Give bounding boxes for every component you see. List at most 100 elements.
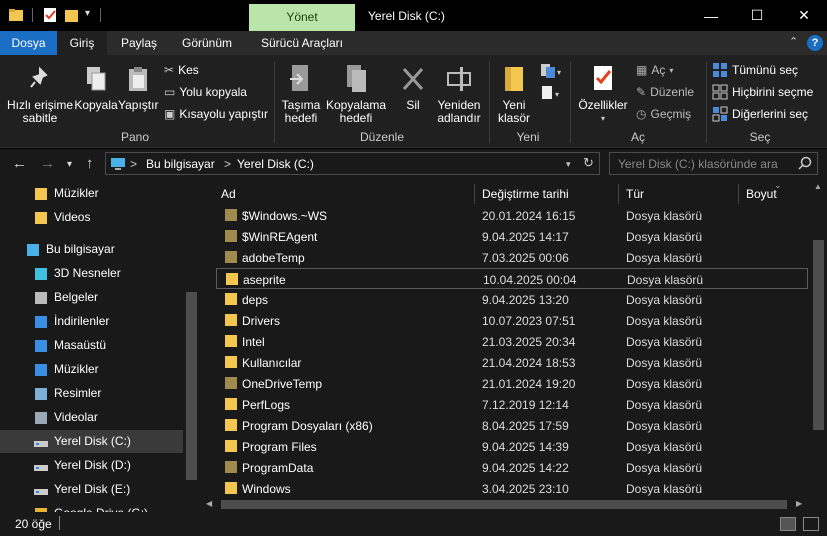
collapse-ribbon-icon[interactable]: ⌃	[789, 35, 798, 48]
nav-item[interactable]: Yerel Disk (E:)	[0, 478, 183, 501]
rename-button[interactable]: Yeniden adlandır	[434, 63, 484, 125]
nav-item[interactable]: Videos	[0, 206, 183, 229]
address-bar[interactable]: > Bu bilgisayar > Yerel Disk (C:) ▾ ↻	[105, 152, 600, 175]
search-icon[interactable]	[798, 156, 812, 173]
file-row[interactable]: Program Files 9.04.2025 14:39 Dosya klasör…	[216, 436, 808, 457]
nav-item[interactable]: 3D Nesneler	[0, 262, 183, 285]
recent-locations-icon[interactable]: ▾	[67, 159, 72, 170]
help-icon[interactable]: ?	[807, 35, 823, 51]
column-separator[interactable]	[618, 184, 619, 204]
nav-item[interactable]: Resimler	[0, 382, 183, 405]
properties-icon[interactable]	[42, 7, 58, 23]
file-row[interactable]: Drivers 10.07.2023 07:51 Dosya klasörü	[216, 310, 808, 331]
file-row[interactable]: PerfLogs 7.12.2019 12:14 Dosya klasörü	[216, 394, 808, 415]
nav-item[interactable]: Masaüstü	[0, 334, 183, 357]
tab-gorunum[interactable]: Görünüm	[172, 31, 242, 55]
file-row[interactable]: adobeTemp 7.03.2025 00:06 Dosya klasörü	[216, 247, 808, 268]
nav-item[interactable]: Müzikler	[0, 182, 183, 205]
select-none-button[interactable]: Hiçbirini seçme	[712, 83, 813, 101]
move-to-button[interactable]: Taşıma hedefi	[278, 63, 324, 125]
scroll-left-icon[interactable]: ◀	[206, 499, 212, 508]
horizontal-scrollbar[interactable]: ◀ ▶	[202, 497, 810, 512]
nav-item[interactable]: Belgeler	[0, 286, 183, 309]
copy-path-button[interactable]: ▭ Yolu kopyala	[164, 83, 247, 101]
column-header-type[interactable]: Tür	[626, 182, 644, 206]
copy-to-button[interactable]: Kopyalama hedefi	[326, 63, 386, 125]
file-row[interactable]: $WinREAgent 9.04.2025 14:17 Dosya klasörü	[216, 226, 808, 247]
new-item-icon[interactable]: ▾	[540, 63, 562, 82]
properties-button[interactable]: Özellikler ▾	[576, 63, 630, 125]
details-view-icon[interactable]	[780, 517, 796, 531]
pc-icon	[25, 242, 41, 258]
cut-button[interactable]: ✂ Kes	[164, 61, 199, 79]
address-dropdown-icon[interactable]: ▾	[566, 159, 571, 170]
tab-dosya[interactable]: Dosya	[0, 31, 57, 55]
back-button[interactable]: ←	[12, 155, 27, 172]
nav-item-label: Yerel Disk (E:)	[54, 482, 131, 496]
large-icons-view-icon[interactable]	[803, 517, 819, 531]
file-row[interactable]: Kullanıcılar 21.04.2024 18:53 Dosya klasör…	[216, 352, 808, 373]
up-button[interactable]: ↑	[86, 155, 94, 172]
file-list-scrollbar[interactable]: ▲	[810, 180, 827, 497]
delete-button[interactable]: Sil	[396, 63, 430, 112]
scrollbar-thumb[interactable]	[813, 240, 824, 430]
pin-quick-access-button[interactable]: Hızlı erişime sabitle	[6, 65, 74, 125]
scroll-up-icon[interactable]: ▲	[814, 182, 822, 191]
tab-yonet[interactable]: Yönet	[249, 4, 355, 31]
column-separator[interactable]	[738, 184, 739, 204]
scroll-right-icon[interactable]: ▶	[796, 499, 802, 508]
breadcrumb-bu-bilgisayar[interactable]: Bu bilgisayar	[146, 157, 215, 171]
paste-shortcut-button[interactable]: ▣ Kısayolu yapıştır	[164, 105, 268, 123]
file-row[interactable]: OneDriveTemp 21.01.2024 19:20 Dosya klasör…	[216, 373, 808, 394]
search-box[interactable]: Yerel Disk (C:) klasöründe ara	[609, 152, 818, 175]
tab-surucu-araclari[interactable]: Sürücü Araçları	[252, 31, 352, 55]
paste-button[interactable]: Yapıştır	[118, 65, 158, 112]
edit-button[interactable]: ✎ Düzenle	[636, 83, 694, 101]
file-row[interactable]: Intel 21.03.2025 20:34 Dosya klasörü	[216, 331, 808, 352]
file-row[interactable]: Program Dosyaları (x86) 8.04.2025 17:59 Do…	[216, 415, 808, 436]
new-folder-button[interactable]: Yeni klasör	[494, 63, 534, 125]
nav-item[interactable]: Müzikler	[0, 358, 183, 381]
tab-paylas[interactable]: Paylaş	[110, 31, 168, 55]
open-button[interactable]: ▦ Aç ▾	[636, 61, 673, 79]
folder-icon	[224, 355, 238, 369]
properties-label: Özellikler	[578, 98, 628, 112]
file-name: adobeTemp	[242, 251, 305, 265]
copy-button[interactable]: Kopyala	[74, 65, 118, 112]
nav-item[interactable]: Google Drive (G:)	[0, 502, 183, 512]
nav-scrollbar[interactable]	[183, 180, 200, 512]
nav-item[interactable]: Yerel Disk (D:)	[0, 454, 183, 477]
file-row[interactable]: Windows 3.04.2025 23:10 Dosya klasörü	[216, 478, 808, 499]
file-name: Program Dosyaları (x86)	[242, 419, 373, 433]
breadcrumb-yerel-disk[interactable]: Yerel Disk (C:)	[237, 157, 314, 171]
file-row[interactable]: $Windows.~WS 20.01.2024 16:15 Dosya klasör…	[216, 205, 808, 226]
minimize-button[interactable]: —	[688, 0, 734, 31]
invert-selection-button[interactable]: Diğerlerini seç	[712, 105, 808, 123]
file-row[interactable]: aseprite 10.04.2025 00:04 Dosya klasörü	[216, 268, 808, 289]
new-folder-label: Yeni klasör	[497, 98, 530, 125]
tab-giris[interactable]: Giriş	[57, 31, 107, 55]
nav-item[interactable]: Yerel Disk (C:)	[0, 430, 183, 453]
refresh-icon[interactable]: ↻	[583, 155, 594, 171]
file-name: $Windows.~WS	[242, 209, 328, 223]
horizontal-scrollbar-thumb[interactable]	[221, 500, 787, 509]
history-button[interactable]: ◷ Geçmiş	[636, 105, 691, 123]
column-header-date[interactable]: Değiştirme tarihi	[482, 182, 569, 206]
customize-quick-access-icon[interactable]: ▾	[85, 8, 101, 24]
column-header-name[interactable]: Ad	[221, 182, 236, 206]
nav-item[interactable]: İndirilenler	[0, 310, 183, 333]
nav-item[interactable]: Videolar	[0, 406, 183, 429]
easy-access-icon[interactable]: ▾	[540, 85, 562, 104]
select-all-button[interactable]: Tümünü seç	[712, 61, 798, 79]
maximize-button[interactable]: ☐	[734, 0, 780, 31]
file-row[interactable]: ProgramData 9.04.2025 14:22 Dosya klasörü	[216, 457, 808, 478]
nav-item[interactable]: Bu bilgisayar	[0, 238, 183, 261]
new-folder-icon[interactable]	[64, 7, 80, 23]
file-row[interactable]: deps 9.04.2025 13:20 Dosya klasörü	[216, 289, 808, 310]
column-separator[interactable]	[474, 184, 475, 204]
folder-icon	[224, 376, 238, 390]
close-button[interactable]: ✕	[781, 0, 827, 31]
forward-button[interactable]: →	[40, 155, 55, 172]
nav-scrollbar-thumb[interactable]	[186, 292, 197, 480]
column-header-size[interactable]: Boyut	[746, 182, 777, 206]
